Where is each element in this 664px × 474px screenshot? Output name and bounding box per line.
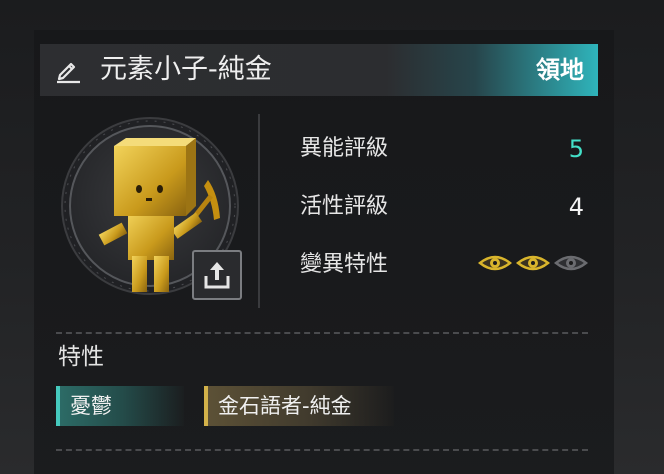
stat-label: 異能評級 <box>300 136 389 161</box>
stat-ability-rank: 異能評級 5 <box>300 131 590 167</box>
creature-header: 元素小子-純金 領地 <box>40 44 598 96</box>
stat-label: 活性評級 <box>300 194 389 219</box>
eye-icon <box>553 251 589 279</box>
section-divider <box>56 332 588 334</box>
section-divider-bottom <box>56 449 588 451</box>
stat-label: 變異特性 <box>300 252 389 277</box>
eye-icon <box>515 251 551 279</box>
traits-title: 特性 <box>58 344 104 370</box>
stat-mutation-trait: 變異特性 <box>300 247 590 283</box>
stat-value: 5 <box>568 135 584 163</box>
eye-icon <box>477 251 513 279</box>
trait-tag-melancholy[interactable]: 憂鬱 <box>56 386 184 426</box>
mutation-eyes <box>477 251 589 279</box>
vertical-divider <box>258 114 260 308</box>
stat-activity-rank: 活性評級 4 <box>300 189 590 225</box>
trait-tag-gold-whisperer[interactable]: 金石語者-純金 <box>204 386 394 426</box>
share-upload-icon <box>192 250 242 300</box>
territory-label[interactable]: 領地 <box>536 53 584 87</box>
edit-icon[interactable] <box>54 56 82 84</box>
creature-name[interactable]: 元素小子-純金 <box>100 52 272 88</box>
stat-value: 4 <box>568 193 584 221</box>
share-button[interactable] <box>192 250 242 300</box>
